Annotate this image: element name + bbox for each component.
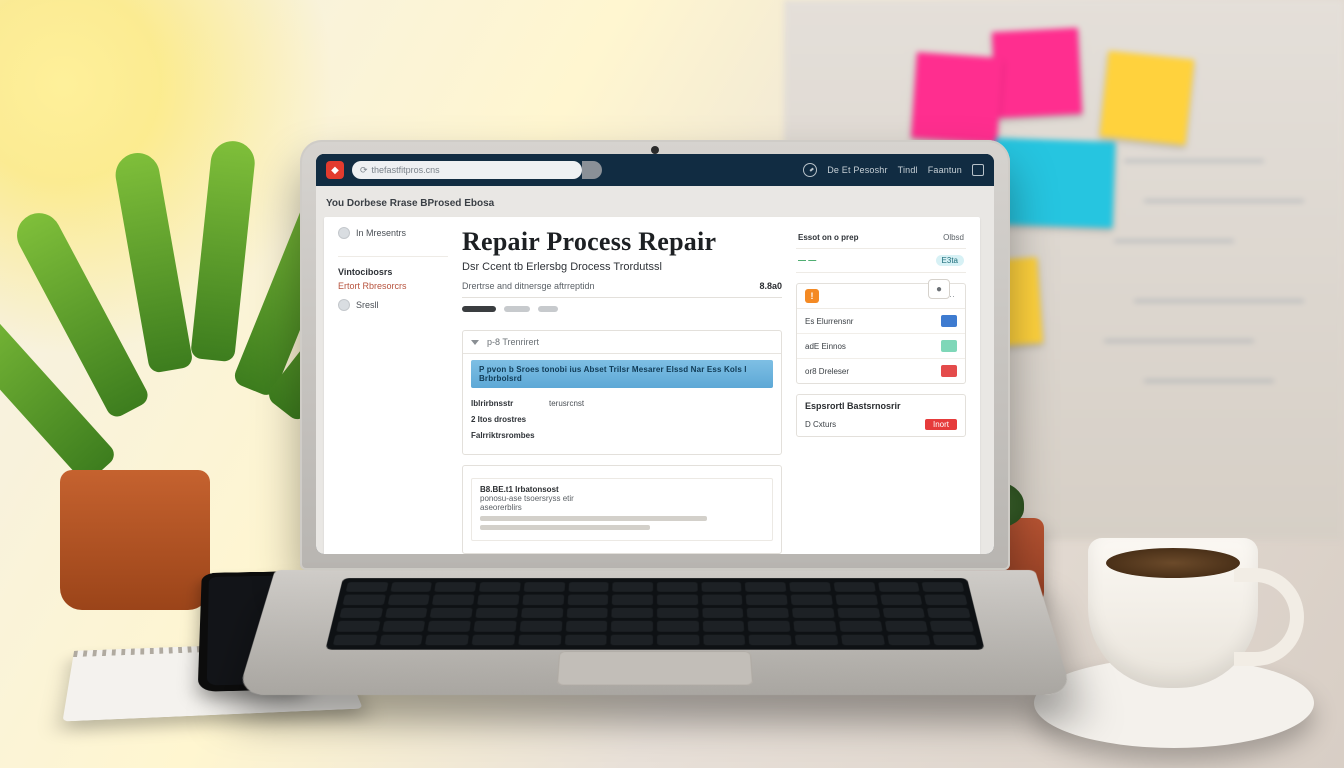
url-text: thefastfitpros.cns	[372, 165, 440, 175]
sidebar-item-2-label: Sresll	[356, 300, 379, 310]
nav-link-2[interactable]: Tindl	[898, 165, 918, 175]
nav-link-3[interactable]: Faantun	[928, 165, 962, 175]
detail-toolbar: Drertrse and ditnersge aftrreptidn 8.8a0	[462, 273, 782, 298]
radio-icon	[338, 227, 350, 239]
sidebar-item-2[interactable]: Sresll	[338, 299, 448, 311]
secondary-card-line: D Cxturs	[805, 420, 836, 429]
meta-row-2: — — E3ta	[796, 249, 966, 273]
notes-line-1: B8.BE.t1 Irbatonsost	[480, 485, 764, 494]
row-icon	[941, 340, 957, 352]
info-banner: P pvon b Sroes tonobi ius Abset Trilsr M…	[471, 360, 773, 388]
meta-row-1: Essot on o prep Olbsd	[796, 227, 966, 249]
notes-line-2: ponosu-ase tsoersryss etir	[480, 494, 764, 503]
sidebar-heading: Vintocibosrs	[338, 267, 448, 277]
collapse-icon[interactable]	[471, 340, 479, 345]
page-body: You Dorbese Rrase BProsed Ebosa ● In Mre…	[316, 186, 994, 554]
clock-icon	[803, 163, 817, 177]
panel-heading: p-8 Trenrirert	[487, 337, 539, 347]
meta-1-label: Essot on o prep	[798, 233, 858, 242]
url-go-button[interactable]	[582, 161, 602, 179]
progress-seg	[462, 306, 496, 312]
site-favicon: ◆	[326, 161, 344, 179]
status-row-2[interactable]: adE Einnos	[797, 334, 965, 359]
laptop-keyboard	[325, 578, 984, 650]
sidebar-link[interactable]: Ertort Rbresorcrs	[338, 281, 448, 291]
browser-bar: ◆ ⟳ thefastfitpros.cns De Et Pesoshr Tin…	[316, 154, 994, 186]
alert-badge: Inort	[925, 419, 957, 430]
url-input[interactable]: ⟳ thefastfitpros.cns	[352, 161, 582, 179]
toolbar-label: Drertrse and ditnersge aftrreptidn	[462, 281, 595, 291]
status-row-3[interactable]: or8 Dreleser	[797, 359, 965, 383]
secondary-card: Espsrortl Bastsrnosrir D Cxturs Inort	[796, 394, 966, 437]
notes-line-3: aseorerblirs	[480, 503, 764, 512]
laptop-trackpad	[557, 651, 753, 685]
sidebar-item-1[interactable]: In Mresentrs	[338, 227, 448, 239]
row-icon	[941, 365, 957, 377]
progress-seg	[538, 306, 558, 312]
window-control-icon[interactable]	[972, 164, 984, 176]
breadcrumb: You Dorbese Rrase BProsed Ebosa	[324, 194, 980, 217]
progress-seg	[504, 306, 530, 312]
meta-2-chip: E3ta	[936, 255, 964, 266]
field-1-label: Iblrirbnsstr	[471, 398, 541, 410]
page-subtitle: Dsr Ccent tb Erlersbg Drocess Trordutssl	[462, 261, 782, 273]
status-text: — —	[798, 256, 816, 265]
sidebar-item-1-label: In Mresentrs	[356, 228, 406, 238]
row-icon	[941, 315, 957, 327]
radio-icon	[338, 299, 350, 311]
field-3-label: Falrriktrsrombes	[471, 430, 541, 442]
field-2-label: 2 Itos drostres	[471, 414, 541, 426]
collapse-button[interactable]: ●	[928, 279, 950, 299]
page-title: Repair Process Repair	[462, 227, 782, 257]
nav-link-1[interactable]: De Et Pesoshr	[827, 165, 887, 175]
toolbar-amount: 8.8a0	[759, 281, 782, 291]
field-1-value: terusrcnst	[549, 398, 584, 410]
detail-panel: p-8 Trenrirert P pvon b Sroes tonobi ius…	[462, 330, 782, 455]
app-screen: ◆ ⟳ thefastfitpros.cns De Et Pesoshr Tin…	[316, 154, 994, 554]
warning-icon: !	[805, 289, 819, 303]
meta-1-value: Olbsd	[943, 233, 964, 242]
notes-panel: B8.BE.t1 Irbatonsost ponosu-ase tsoersry…	[462, 465, 782, 554]
secondary-card-title: Espsrortl Bastsrnosrir	[797, 395, 965, 413]
status-row-1[interactable]: Es Elurrensnr	[797, 309, 965, 334]
